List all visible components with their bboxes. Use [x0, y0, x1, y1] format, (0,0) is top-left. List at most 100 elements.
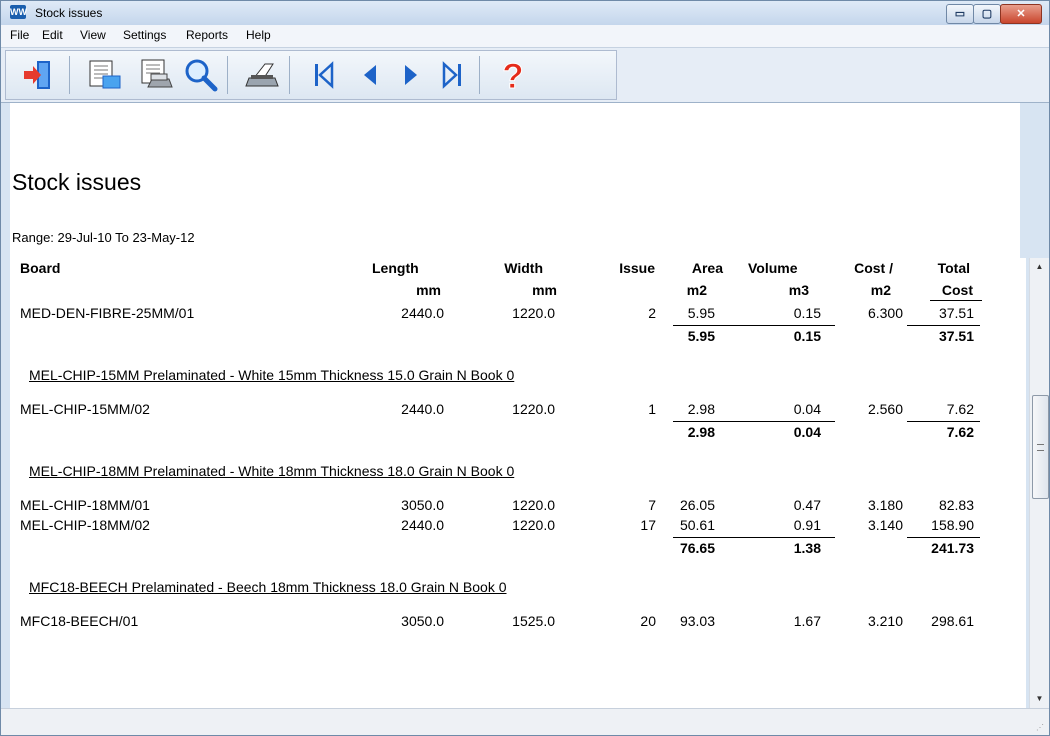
subtotal-rule: [907, 325, 980, 326]
subtotal-area: 76.65: [679, 540, 715, 556]
exit-icon[interactable]: [19, 57, 55, 93]
header-rule: [930, 300, 982, 301]
table-cell-issue: 2: [648, 305, 656, 321]
column-header-total: Total: [937, 260, 970, 276]
toolbar-separator: [289, 56, 290, 94]
table-cell-length: 3050.0: [401, 613, 444, 629]
column-unit: mm: [532, 282, 557, 298]
table-cell-volume: 0.04: [793, 401, 821, 417]
subtotal-total: 37.51: [938, 328, 974, 344]
subtotal-volume: 1.38: [793, 540, 821, 556]
scroll-grip-icon: [1037, 444, 1044, 451]
group-heading: MEL-CHIP-18MM Prelaminated - White 18mm …: [29, 463, 515, 479]
report-header-area: [10, 103, 1020, 148]
column-header-volume: Volume: [748, 260, 798, 276]
table-cell-area: 50.61: [679, 517, 715, 533]
table-cell-length: 2440.0: [401, 517, 444, 533]
column-header-width: Width: [504, 260, 543, 276]
table-cell-board: MEL-CHIP-18MM/02: [20, 517, 150, 533]
close-button[interactable]: ✕: [1000, 4, 1042, 24]
column-header-area: Area: [691, 260, 723, 276]
next-page-icon[interactable]: [393, 57, 429, 93]
title-bar[interactable]: WW Stock issues ▭ ▢ ✕: [1, 1, 1049, 25]
table-cell-area: 2.98: [687, 401, 715, 417]
table-cell-width: 1525.0: [512, 613, 555, 629]
column-unit: m3: [788, 282, 809, 298]
column-unit: Cost: [941, 282, 973, 298]
table-cell-total: 37.51: [938, 305, 974, 321]
table-cell-cost: 3.180: [867, 497, 903, 513]
table-cell-total: 82.83: [938, 497, 974, 513]
table-cell-issue: 20: [640, 613, 656, 629]
menu-edit[interactable]: Edit: [42, 28, 63, 42]
menu-reports[interactable]: Reports: [186, 28, 228, 42]
menu-help[interactable]: Help: [246, 28, 271, 42]
subtotal-rule: [907, 537, 980, 538]
scroll-up-icon[interactable]: ▲: [1030, 258, 1049, 276]
help-icon[interactable]: ?: [495, 57, 531, 93]
subtotal-rule: [673, 325, 764, 326]
column-unit: mm: [416, 282, 441, 298]
toolbar: ?: [1, 48, 1049, 103]
table-cell-cost: 2.560: [867, 401, 903, 417]
subtotal-volume: 0.15: [793, 328, 821, 344]
menu-settings[interactable]: Settings: [123, 28, 166, 42]
menu-file[interactable]: File: [10, 28, 29, 42]
group-heading: MFC18-BEECH Prelaminated - Beech 18mm Th…: [29, 579, 507, 595]
minimize-button[interactable]: ▭: [946, 4, 974, 24]
column-unit: m2: [870, 282, 891, 298]
report-print-setup-icon[interactable]: [138, 57, 174, 93]
status-bar: ⋰: [1, 708, 1049, 735]
table-cell-length: 3050.0: [401, 497, 444, 513]
toolbar-separator: [479, 56, 480, 94]
table-cell-board: MED-DEN-FIBRE-25MM/01: [20, 305, 195, 321]
subtotal-area: 5.95: [687, 328, 715, 344]
column-header-length: Length: [372, 260, 419, 276]
table-cell-cost: 6.300: [867, 305, 903, 321]
subtotal-rule: [673, 537, 764, 538]
menu-view[interactable]: View: [80, 28, 106, 42]
report-preview-icon[interactable]: [87, 57, 123, 93]
vertical-scrollbar[interactable]: ▲ ▼: [1029, 258, 1049, 708]
close-icon: ✕: [1016, 8, 1026, 20]
application-window: WW Stock issues ▭ ▢ ✕ File Edit View Set…: [0, 0, 1050, 736]
table-cell-total: 298.61: [931, 613, 974, 629]
subtotal-rule: [762, 537, 835, 538]
table-cell-cost: 3.140: [867, 517, 903, 533]
subtotal-total: 7.62: [946, 424, 974, 440]
column-header-board: Board: [20, 260, 61, 276]
zoom-icon[interactable]: [183, 57, 219, 93]
subtotal-rule: [673, 421, 764, 422]
subtotal-rule: [762, 421, 835, 422]
minimize-icon: ▭: [954, 8, 966, 20]
table-cell-width: 1220.0: [512, 401, 555, 417]
app-icon: WW: [10, 5, 27, 19]
table-cell-width: 1220.0: [512, 517, 555, 533]
table-cell-volume: 1.67: [793, 613, 821, 629]
table-cell-total: 158.90: [931, 517, 974, 533]
maximize-button[interactable]: ▢: [973, 4, 1001, 24]
table-cell-board: MEL-CHIP-18MM/01: [20, 497, 150, 513]
report-table: Board Length mm Width mm Issue Area m2 Volume m3 C…: [10, 258, 1026, 708]
first-page-icon[interactable]: [307, 57, 343, 93]
size-grip-icon[interactable]: ⋰: [1036, 723, 1046, 733]
subtotal-rule: [762, 325, 835, 326]
scrollbar-thumb[interactable]: [1032, 395, 1049, 499]
table-cell-issue: 1: [648, 401, 656, 417]
subtotal-area: 2.98: [687, 424, 715, 440]
table-cell-issue: 7: [648, 497, 656, 513]
printer-icon[interactable]: [244, 57, 280, 93]
table-cell-board: MEL-CHIP-15MM/02: [20, 401, 150, 417]
previous-page-icon[interactable]: [352, 57, 388, 93]
table-cell-area: 5.95: [687, 305, 715, 321]
subtotal-rule: [907, 421, 980, 422]
column-header-cost: Cost /: [854, 260, 893, 276]
table-cell-total: 7.62: [946, 401, 974, 417]
window-title: Stock issues: [35, 6, 103, 20]
svg-text:?: ?: [502, 57, 523, 93]
last-page-icon[interactable]: [434, 57, 470, 93]
report-title: Stock issues: [12, 169, 142, 195]
column-header-issue: Issue: [619, 260, 655, 276]
scroll-down-icon[interactable]: ▼: [1030, 690, 1049, 708]
table-cell-width: 1220.0: [512, 305, 555, 321]
